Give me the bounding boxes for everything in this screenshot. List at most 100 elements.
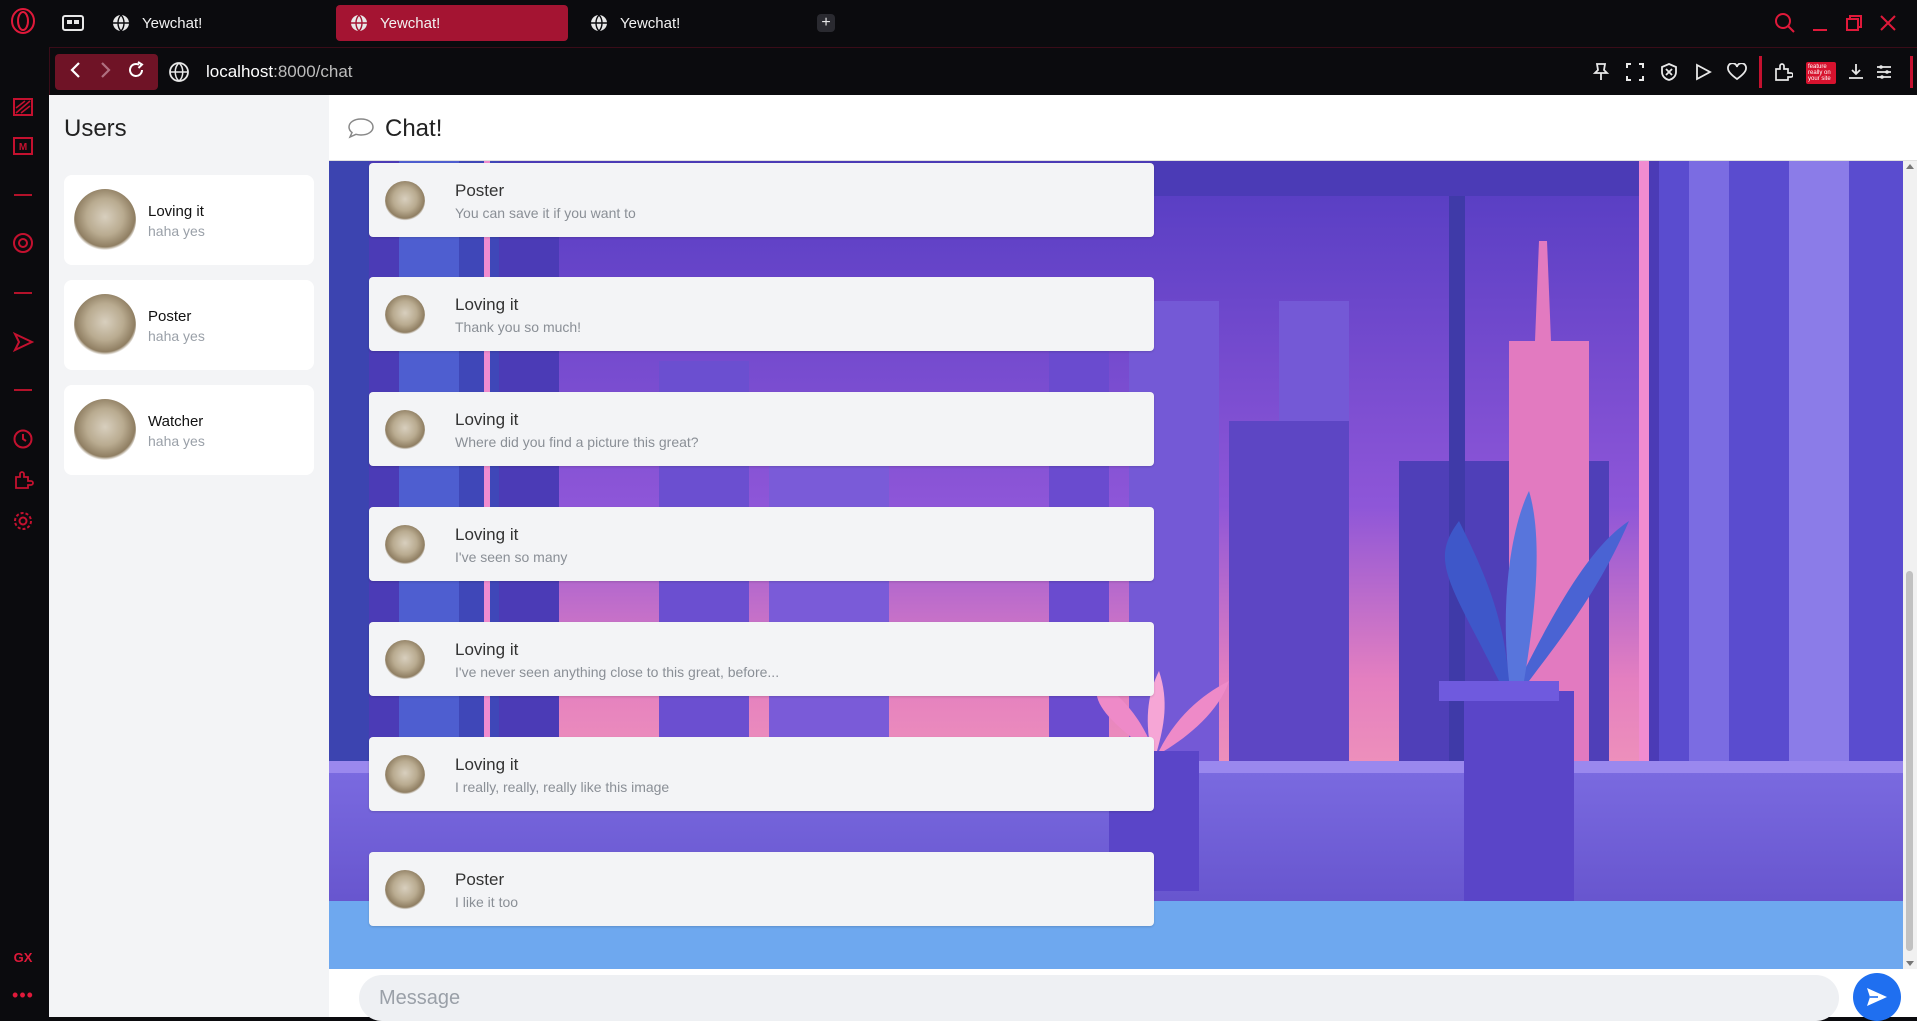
close-window-icon[interactable] [1877, 12, 1899, 34]
users-title: Users [64, 115, 127, 142]
search-icon[interactable] [1774, 12, 1796, 34]
download-icon[interactable] [1844, 60, 1868, 84]
gmail-icon[interactable]: M [10, 133, 36, 159]
opera-logo-icon[interactable] [10, 8, 36, 34]
history-clock-icon[interactable] [10, 426, 36, 452]
user-card[interactable]: Watcher haha yes [64, 385, 314, 475]
address-bar: localhost:8000/chat feature really on yo… [49, 47, 1917, 95]
tab-strip: Yewchat! Yewchat! Yewchat! + [49, 0, 1917, 47]
avatar [385, 870, 425, 910]
message-text: I've seen so many [455, 549, 568, 565]
message-author: Poster [455, 870, 505, 889]
globe-icon [113, 14, 129, 32]
avatar [74, 399, 136, 461]
extension-thumbnail[interactable]: feature really on your site [1806, 62, 1836, 84]
scroll-thumb[interactable] [1906, 571, 1913, 951]
browser-sidebar: M GX ••• [0, 0, 49, 1017]
chat-header: Chat! [329, 95, 1917, 161]
globe-icon [351, 14, 367, 32]
message-text: I really, really, really like this image [455, 779, 670, 795]
avatar [385, 525, 425, 565]
toolbar-divider [1759, 56, 1762, 88]
message-text: Thank you so much! [455, 319, 582, 335]
tab-2-active[interactable]: Yewchat! [336, 5, 568, 41]
avatar [385, 640, 425, 680]
url-field[interactable]: localhost:8000/chat [206, 62, 353, 82]
message-text: I like it too [455, 894, 519, 910]
adblock-shield-icon[interactable] [1657, 60, 1681, 84]
user-card[interactable]: Loving it haha yes [64, 175, 314, 265]
message-author: Loving it [455, 640, 519, 659]
sidebar-more-icon[interactable]: ••• [10, 986, 36, 1004]
tab-workspaces-icon[interactable] [61, 11, 85, 35]
sidebar-divider [14, 389, 32, 391]
send-button[interactable] [1853, 973, 1901, 1021]
message-item: Loving it I've never seen anything close… [369, 622, 1154, 696]
chat-messages-area[interactable]: Poster You can save it if you want to Lo… [329, 161, 1903, 969]
message-author: Loving it [455, 525, 519, 544]
tab-title: Yewchat! [620, 14, 681, 32]
message-item: Loving it Thank you so much! [369, 277, 1154, 351]
globe-icon [591, 14, 607, 32]
reload-icon[interactable] [127, 60, 145, 84]
send-arrow-icon[interactable] [10, 329, 36, 355]
user-name: Watcher [148, 413, 204, 430]
message-item: Poster You can save it if you want to [369, 163, 1154, 237]
message-composer [329, 969, 1917, 1021]
message-item: Loving it I've seen so many [369, 507, 1154, 581]
message-item: Loving it I really, really, really like … [369, 737, 1154, 811]
gx-control-icon[interactable] [10, 94, 36, 120]
minimize-icon[interactable] [1809, 12, 1831, 34]
message-text: Where did you find a picture this great? [455, 434, 699, 450]
extensions-icon[interactable] [1771, 60, 1795, 84]
message-author: Loving it [455, 755, 519, 774]
toolbar-divider [1910, 56, 1913, 88]
extensions-puzzle-icon[interactable] [10, 467, 36, 493]
snapshot-icon[interactable] [1623, 60, 1647, 84]
message-author: Loving it [455, 295, 519, 314]
forward-icon[interactable] [97, 61, 113, 84]
message-text: You can save it if you want to [455, 205, 636, 221]
player-play-icon[interactable] [1691, 60, 1715, 84]
tab-3[interactable]: Yewchat! [576, 5, 806, 41]
avatar [74, 189, 136, 251]
chat-scrollbar[interactable] [1903, 161, 1917, 969]
gx-badge[interactable]: GX [10, 950, 36, 965]
message-input[interactable] [359, 975, 1839, 1021]
easy-setup-menu-icon[interactable] [1872, 60, 1896, 84]
chat-bubble-icon [348, 118, 374, 139]
chat-title: Chat! [385, 115, 443, 142]
tab-title: Yewchat! [380, 14, 441, 32]
message-author: Poster [455, 181, 505, 200]
user-status: haha yes [148, 223, 205, 239]
url-host: localhost [206, 62, 274, 81]
settings-gear-icon[interactable] [10, 508, 36, 534]
message-item: Loving it Where did you find a picture t… [369, 392, 1154, 466]
avatar [74, 294, 136, 356]
new-tab-button[interactable]: + [817, 14, 835, 32]
heart-icon[interactable] [1725, 60, 1749, 84]
site-info-globe-icon[interactable] [168, 61, 190, 83]
user-card[interactable]: Poster haha yes [64, 280, 314, 370]
pin-icon[interactable] [1589, 60, 1613, 84]
user-name: Loving it [148, 203, 204, 220]
avatar [385, 181, 425, 221]
scroll-down-arrow-icon[interactable] [1906, 961, 1914, 966]
avatar [385, 755, 425, 795]
tab-1[interactable]: Yewchat! [98, 5, 328, 41]
back-icon[interactable] [68, 61, 84, 84]
web-page: Users Loving it haha yes Poster haha yes… [49, 95, 1917, 1021]
user-name: Poster [148, 308, 192, 325]
users-panel: Users Loving it haha yes Poster haha yes… [49, 95, 329, 1017]
chatgpt-icon[interactable] [10, 230, 36, 256]
restore-icon[interactable] [1843, 12, 1865, 34]
sidebar-divider [14, 292, 32, 294]
scroll-up-arrow-icon[interactable] [1906, 164, 1914, 169]
message-author: Loving it [455, 410, 519, 429]
message-text: I've never seen anything close to this g… [455, 664, 780, 680]
user-status: haha yes [148, 328, 205, 344]
avatar [385, 410, 425, 450]
svg-text:M: M [19, 142, 27, 153]
url-path: :8000/chat [273, 62, 353, 81]
user-status: haha yes [148, 433, 205, 449]
